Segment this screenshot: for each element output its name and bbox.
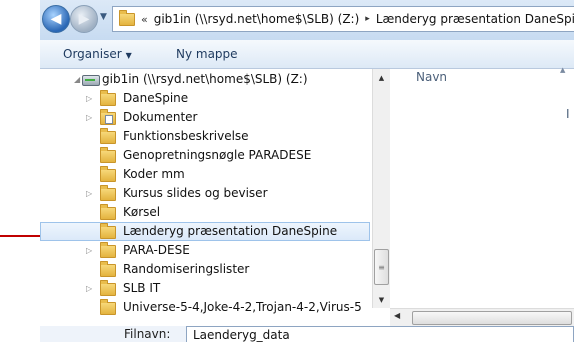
tree-item-genopretningsnogle[interactable]: Genopretningsnøgle PARADESE xyxy=(40,146,370,165)
collapse-arrow-icon[interactable]: ◢ xyxy=(74,75,80,84)
expand-arrow-icon[interactable]: ▷ xyxy=(86,284,92,293)
tree-item-label: SLB IT xyxy=(123,281,161,295)
column-header-name[interactable]: Navn xyxy=(416,70,447,84)
folder-icon xyxy=(100,204,116,220)
arrow-right-icon: ▶ xyxy=(78,11,90,27)
forward-button[interactable]: ▶ xyxy=(70,5,98,33)
folder-icon xyxy=(119,9,135,26)
address-overflow-chevron[interactable]: « xyxy=(141,13,148,26)
tree-item-randomiseringslister[interactable]: Randomiseringslister xyxy=(40,260,370,279)
command-toolbar: Organiser ▼ Ny mappe xyxy=(40,40,574,69)
filename-input[interactable] xyxy=(186,326,574,342)
tree-item-funktionsbeskrivelse[interactable]: Funktionsbeskrivelse xyxy=(40,127,370,146)
scroll-down-arrow-icon[interactable]: ▼ xyxy=(373,291,390,308)
tree-item-label: Randomiseringslister xyxy=(123,262,250,276)
tree-item-label: Funktionsbeskrivelse xyxy=(123,129,249,143)
tree-item-universe[interactable]: Universe-5-4,Joke-4-2,Trojan-4-2,Virus-5 xyxy=(40,298,372,317)
tree-item-label: Genopretningsnøgle PARADESE xyxy=(123,148,312,162)
chevron-down-icon: ▼ xyxy=(125,51,132,60)
address-bar[interactable]: « gib1in (\\rsyd.net\home$\SLB) (Z:) ▸ L… xyxy=(112,6,574,32)
expand-arrow-icon[interactable]: ▷ xyxy=(86,113,92,122)
folder-icon xyxy=(100,185,116,201)
navigation-vertical-scrollbar[interactable]: ▲ ≡ ▼ xyxy=(372,69,390,308)
history-dropdown-icon[interactable]: ▼ xyxy=(100,12,107,22)
folder-icon xyxy=(100,280,116,296)
tree-item-kursus[interactable]: ▷ Kursus slides og beviser xyxy=(40,184,370,203)
back-button[interactable]: ◀ xyxy=(42,5,70,33)
tree-item-laenderyg-selected[interactable]: Lænderyg præsentation DaneSpine xyxy=(40,222,370,241)
tree-item-label: DaneSpine xyxy=(123,91,189,105)
tree-item-label: Dokumenter xyxy=(123,110,198,124)
tree-item-label: Kørsel xyxy=(123,205,161,219)
expand-arrow-icon[interactable]: ▷ xyxy=(86,246,92,255)
folder-icon xyxy=(100,90,116,106)
scrollbar-thumb[interactable] xyxy=(412,311,572,325)
scrollbar-thumb[interactable]: ≡ xyxy=(374,249,389,285)
save-dialog-window: ◀ ▶ ▼ « gib1in (\\rsyd.net\home$\SLB) (Z… xyxy=(40,0,574,342)
content-horizontal-scrollbar[interactable]: ◀ xyxy=(390,308,574,326)
tree-item-label: gib1in (\\rsyd.net\home$\SLB) (Z:) xyxy=(102,72,308,86)
navigation-pane[interactable]: ◢ gib1in (\\rsyd.net\home$\SLB) (Z:) ▷ D… xyxy=(40,69,382,326)
tree-item-drive[interactable]: ◢ gib1in (\\rsyd.net\home$\SLB) (Z:) xyxy=(40,70,370,89)
partial-column-text: I xyxy=(566,107,570,121)
tree-item-danespine[interactable]: ▷ DaneSpine xyxy=(40,89,370,108)
address-separator-icon[interactable]: ▸ xyxy=(365,14,370,24)
folder-icon xyxy=(100,242,116,258)
address-area: ◀ ▶ ▼ « gib1in (\\rsyd.net\home$\SLB) (Z… xyxy=(40,0,574,40)
arrow-left-icon: ◀ xyxy=(50,11,62,27)
sort-up-icon: ▲ xyxy=(560,66,566,74)
expand-arrow-icon[interactable]: ▷ xyxy=(86,189,92,198)
folder-icon xyxy=(100,166,116,182)
network-drive-icon xyxy=(82,75,100,86)
scroll-up-arrow-icon[interactable]: ▲ xyxy=(373,69,390,86)
folder-icon xyxy=(100,299,116,315)
organise-button[interactable]: Organiser ▼ xyxy=(63,47,132,61)
folder-icon xyxy=(100,147,116,163)
documents-folder-icon xyxy=(100,109,116,125)
folder-icon xyxy=(100,223,116,239)
new-folder-button[interactable]: Ny mappe xyxy=(176,47,238,61)
folder-icon xyxy=(100,261,116,277)
tree-item-label: Lænderyg præsentation DaneSpine xyxy=(123,224,338,238)
tree-item-slb-it[interactable]: ▷ SLB IT xyxy=(40,279,370,298)
file-list-pane[interactable]: Navn ▲ I xyxy=(390,66,574,308)
scroll-left-arrow-icon[interactable]: ◀ xyxy=(394,311,400,320)
tree-item-label: Universe-5-4,Joke-4-2,Trojan-4-2,Virus-5 xyxy=(123,300,362,314)
tree-item-para-dese[interactable]: ▷ PARA-DESE xyxy=(40,241,370,260)
organise-label: Organiser xyxy=(63,47,122,61)
tree-item-dokumenter[interactable]: ▷ Dokumenter xyxy=(40,108,370,127)
tree-item-korsel[interactable]: Kørsel xyxy=(40,203,370,222)
tree-item-koder[interactable]: Koder mm xyxy=(40,165,370,184)
expand-arrow-icon[interactable]: ▷ xyxy=(86,94,92,103)
tree-item-label: Koder mm xyxy=(123,167,185,181)
address-segment-drive[interactable]: gib1in (\\rsyd.net\home$\SLB) (Z:) xyxy=(154,12,360,26)
tree-item-label: PARA-DESE xyxy=(123,243,190,257)
filename-bar: Filnavn: xyxy=(40,326,574,342)
folder-icon xyxy=(100,128,116,144)
tree-item-label: Kursus slides og beviser xyxy=(123,186,268,200)
filename-label: Filnavn: xyxy=(124,327,171,341)
address-segment-folder[interactable]: Lænderyg præsentation DaneSpine xyxy=(376,12,574,26)
